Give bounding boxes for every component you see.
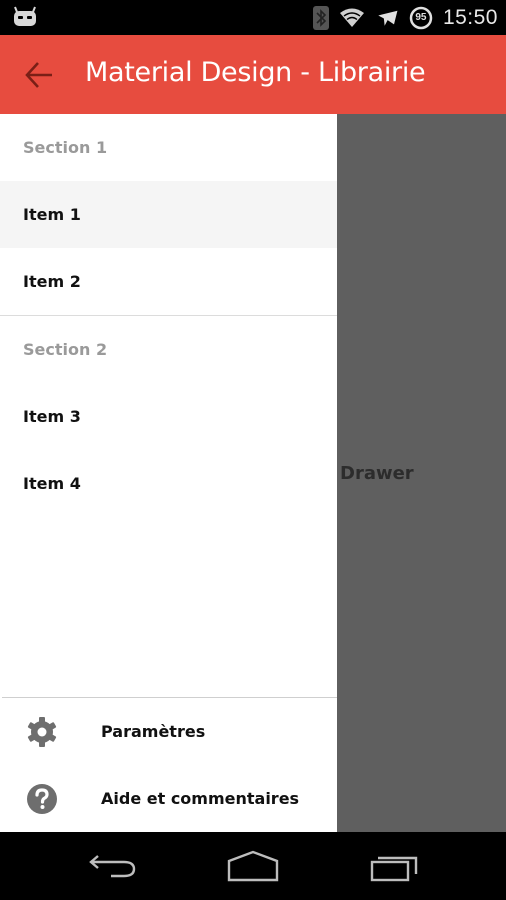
clock: 15:50 bbox=[442, 5, 498, 29]
wifi-icon bbox=[339, 8, 364, 27]
settings-label: Paramètres bbox=[101, 722, 206, 741]
arrow-back-icon[interactable] bbox=[24, 59, 56, 91]
page-title: Material Design - Librairie bbox=[85, 57, 426, 88]
section-header: Section 1 bbox=[23, 138, 108, 157]
battery-icon: 95 bbox=[409, 6, 433, 30]
drawer-item-1[interactable]: Item 1 bbox=[0, 181, 337, 248]
home-nav-icon[interactable] bbox=[226, 850, 280, 884]
cyanogen-logo-icon bbox=[14, 6, 36, 26]
bluetooth-icon bbox=[312, 5, 329, 30]
drawer-item-3[interactable]: Item 3 bbox=[0, 383, 337, 450]
drawer-item-2[interactable]: Item 2 bbox=[0, 248, 337, 315]
recents-nav-icon[interactable] bbox=[370, 850, 420, 884]
drawer-item-label: Item 4 bbox=[23, 474, 81, 493]
battery-level: 95 bbox=[415, 11, 427, 23]
drawer-item-label: Item 3 bbox=[23, 407, 81, 426]
help-icon bbox=[27, 783, 57, 814]
main-text: Drawer bbox=[340, 463, 414, 484]
drawer-section-1: Section 1 Item 1 Item 2 bbox=[0, 114, 337, 315]
section-header: Section 2 bbox=[23, 340, 108, 359]
drawer-footer: Paramètres Aide et commentaires bbox=[0, 697, 337, 832]
drawer-section-2: Section 2 Item 3 Item 4 bbox=[0, 316, 337, 517]
drawer-item-label: Item 2 bbox=[23, 272, 81, 291]
gear-icon bbox=[27, 716, 57, 747]
back-nav-icon[interactable] bbox=[88, 850, 138, 884]
drawer-item-4[interactable]: Item 4 bbox=[0, 450, 337, 517]
airplane-icon bbox=[378, 10, 398, 26]
help-feedback-label: Aide et commentaires bbox=[101, 789, 300, 808]
drawer-item-label: Item 1 bbox=[23, 205, 81, 224]
system-nav-bar bbox=[0, 832, 506, 900]
status-bar: 95 15:50 bbox=[0, 0, 506, 35]
settings-button[interactable]: Paramètres bbox=[0, 698, 337, 765]
help-feedback-button[interactable]: Aide et commentaires bbox=[0, 765, 337, 832]
navigation-drawer: Section 1 Item 1 Item 2 Section 2 Item 3… bbox=[0, 114, 337, 832]
app-bar: Material Design - Librairie bbox=[0, 35, 506, 114]
